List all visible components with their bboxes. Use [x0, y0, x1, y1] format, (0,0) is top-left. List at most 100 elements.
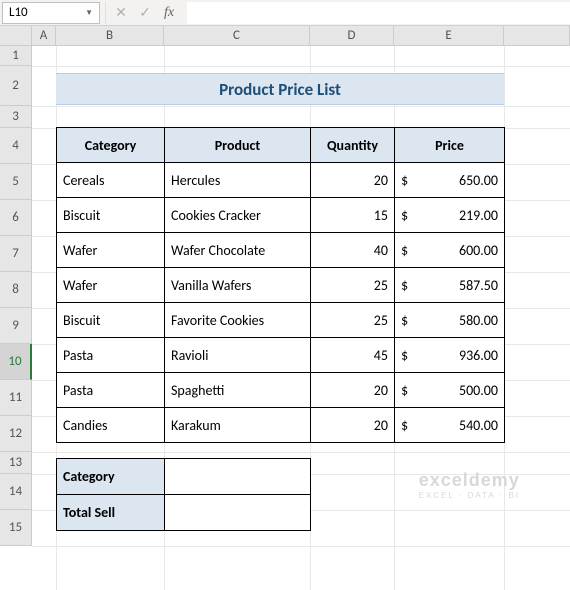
- header-product[interactable]: Product: [165, 128, 311, 163]
- table-row: CandiesKarakum20$540.00: [57, 408, 505, 443]
- col-header-e[interactable]: E: [394, 26, 504, 46]
- lookup-row-total: Total Sell: [57, 495, 311, 531]
- col-header-a[interactable]: A: [32, 26, 56, 46]
- cell-price[interactable]: $500.00: [395, 373, 505, 408]
- lookup-table: Category Total Sell: [56, 458, 311, 531]
- cell-product[interactable]: Vanilla Wafers: [165, 268, 311, 303]
- row-header-8[interactable]: 8: [0, 272, 32, 308]
- price-value: 500.00: [459, 382, 498, 399]
- cell-quantity[interactable]: 25: [311, 268, 395, 303]
- lookup-total-label[interactable]: Total Sell: [57, 495, 165, 531]
- cells-area[interactable]: Product Price List Category Product Quan…: [32, 46, 570, 590]
- row-header-7[interactable]: 7: [0, 236, 32, 272]
- currency-symbol: $: [401, 207, 408, 224]
- cell-price[interactable]: $650.00: [395, 163, 505, 198]
- cell-category[interactable]: Cereals: [57, 163, 165, 198]
- select-all-corner[interactable]: [0, 26, 32, 46]
- header-quantity[interactable]: Quantity: [311, 128, 395, 163]
- currency-symbol: $: [401, 277, 408, 294]
- price-value: 580.00: [459, 312, 498, 329]
- name-box[interactable]: L10 ▼: [2, 2, 100, 24]
- currency-symbol: $: [401, 312, 408, 329]
- confirm-icon: ✓: [133, 2, 157, 24]
- price-value: 650.00: [459, 172, 498, 189]
- cell-price[interactable]: $587.50: [395, 268, 505, 303]
- cell-quantity[interactable]: 45: [311, 338, 395, 373]
- cell-quantity[interactable]: 40: [311, 233, 395, 268]
- col-header-blank[interactable]: [504, 26, 570, 46]
- table-row: BiscuitFavorite Cookies25$580.00: [57, 303, 505, 338]
- price-value: 936.00: [459, 347, 498, 364]
- watermark-line2: EXCEL · DATA · BI: [419, 491, 520, 500]
- cell-quantity[interactable]: 20: [311, 163, 395, 198]
- cell-category[interactable]: Candies: [57, 408, 165, 443]
- cell-product[interactable]: Cookies Cracker: [165, 198, 311, 233]
- cancel-icon: ✕: [109, 2, 133, 24]
- header-category[interactable]: Category: [57, 128, 165, 163]
- header-price[interactable]: Price: [395, 128, 505, 163]
- table-row: CerealsHercules20$650.00: [57, 163, 505, 198]
- cell-quantity[interactable]: 20: [311, 408, 395, 443]
- row-header-13[interactable]: 13: [0, 452, 32, 474]
- currency-symbol: $: [401, 242, 408, 259]
- price-table: Category Product Quantity Price CerealsH…: [56, 127, 505, 443]
- col-header-b[interactable]: B: [56, 26, 164, 46]
- cell-quantity[interactable]: 15: [311, 198, 395, 233]
- fx-icon[interactable]: fx: [157, 2, 181, 24]
- col-header-c[interactable]: C: [164, 26, 310, 46]
- cell-quantity[interactable]: 25: [311, 303, 395, 338]
- lookup-row-category: Category: [57, 459, 311, 495]
- cell-category[interactable]: Biscuit: [57, 303, 165, 338]
- cell-category[interactable]: Pasta: [57, 338, 165, 373]
- separator: [105, 2, 106, 24]
- cell-product[interactable]: Ravioli: [165, 338, 311, 373]
- row-header-15[interactable]: 15: [0, 510, 32, 546]
- cell-category[interactable]: Pasta: [57, 373, 165, 408]
- row-header-2[interactable]: 2: [0, 66, 32, 106]
- col-header-d[interactable]: D: [310, 26, 394, 46]
- formula-input[interactable]: [187, 2, 570, 24]
- row-header-14[interactable]: 14: [0, 474, 32, 510]
- table-row: PastaRavioli45$936.00: [57, 338, 505, 373]
- lookup-category-value[interactable]: [165, 459, 311, 495]
- column-headers: A B C D E: [32, 26, 570, 46]
- page-title: Product Price List: [219, 79, 341, 100]
- watermark: exceldemy EXCEL · DATA · BI: [419, 470, 520, 500]
- row-header-5[interactable]: 5: [0, 164, 32, 200]
- price-value: 219.00: [459, 207, 498, 224]
- cell-product[interactable]: Hercules: [165, 163, 311, 198]
- cell-price[interactable]: $580.00: [395, 303, 505, 338]
- cell-category[interactable]: Wafer: [57, 268, 165, 303]
- row-headers: 123456789101112131415: [0, 46, 32, 546]
- cell-price[interactable]: $600.00: [395, 233, 505, 268]
- cell-product[interactable]: Favorite Cookies: [165, 303, 311, 338]
- cell-price[interactable]: $219.00: [395, 198, 505, 233]
- cell-category[interactable]: Biscuit: [57, 198, 165, 233]
- cell-product[interactable]: Spaghetti: [165, 373, 311, 408]
- price-value: 600.00: [459, 242, 498, 259]
- watermark-line1: exceldemy: [419, 470, 520, 491]
- currency-symbol: $: [401, 347, 408, 364]
- lookup-category-label[interactable]: Category: [57, 459, 165, 495]
- row-header-11[interactable]: 11: [0, 380, 32, 416]
- row-header-4[interactable]: 4: [0, 128, 32, 164]
- gridline-h: [32, 106, 570, 107]
- cell-product[interactable]: Wafer Chocolate: [165, 233, 311, 268]
- row-header-9[interactable]: 9: [0, 308, 32, 344]
- cell-product[interactable]: Karakum: [165, 408, 311, 443]
- gridline-h: [32, 452, 570, 453]
- cell-quantity[interactable]: 20: [311, 373, 395, 408]
- row-header-6[interactable]: 6: [0, 200, 32, 236]
- price-value: 540.00: [459, 417, 498, 434]
- cell-price[interactable]: $540.00: [395, 408, 505, 443]
- row-header-1[interactable]: 1: [0, 46, 32, 66]
- cell-category[interactable]: Wafer: [57, 233, 165, 268]
- table-row: WaferWafer Chocolate40$600.00: [57, 233, 505, 268]
- chevron-down-icon[interactable]: ▼: [85, 8, 93, 18]
- lookup-total-value[interactable]: [165, 495, 311, 531]
- row-header-3[interactable]: 3: [0, 106, 32, 128]
- row-header-10[interactable]: 10: [0, 344, 32, 380]
- row-header-12[interactable]: 12: [0, 416, 32, 452]
- cell-price[interactable]: $936.00: [395, 338, 505, 373]
- table-row: PastaSpaghetti20$500.00: [57, 373, 505, 408]
